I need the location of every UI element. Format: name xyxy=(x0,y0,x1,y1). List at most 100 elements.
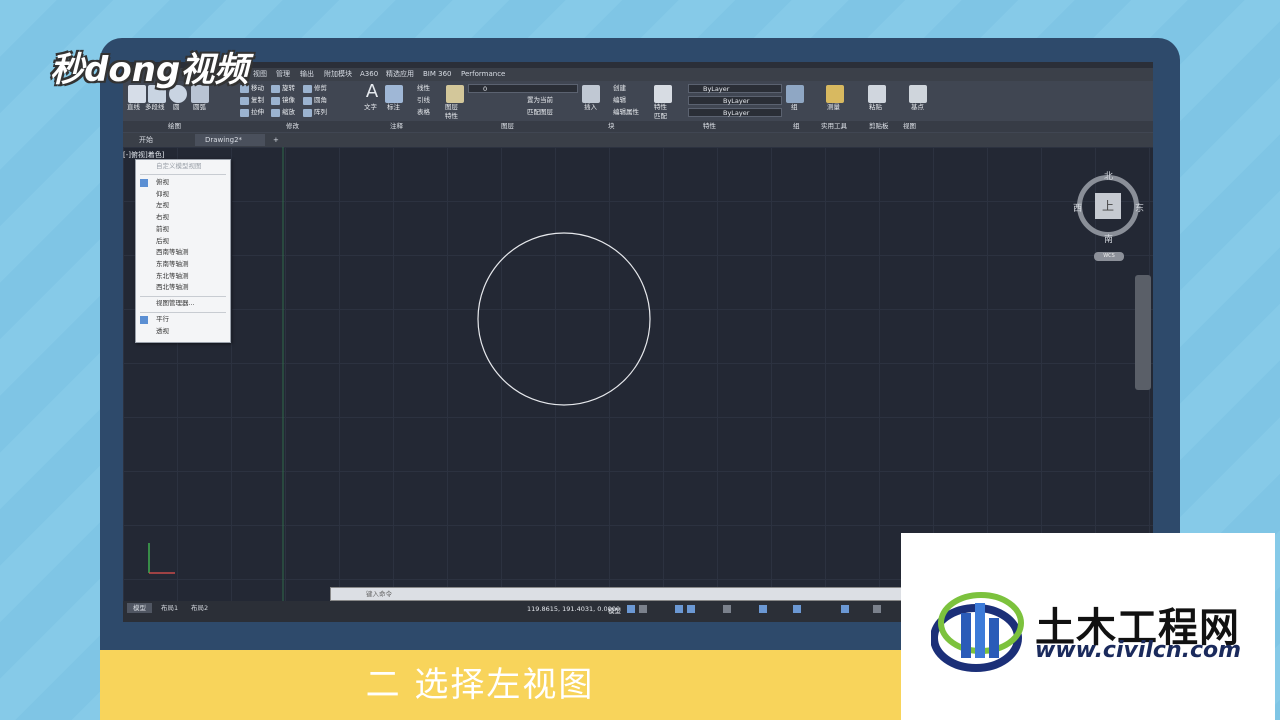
base-point-icon[interactable] xyxy=(909,85,927,103)
array-button[interactable]: 阵列 xyxy=(314,108,327,117)
dimension-button[interactable]: 标注 xyxy=(387,103,400,112)
menu-item-view-manager[interactable]: 视图管理器... xyxy=(136,298,230,310)
polyline-button[interactable]: 多段线 xyxy=(145,103,165,112)
tab-bim360[interactable]: BIM 360 xyxy=(423,68,452,81)
menu-item-ne-iso[interactable]: 东北等轴测 xyxy=(136,271,230,283)
menu-item-sw-iso[interactable]: 西南等轴测 xyxy=(136,247,230,259)
menu-item-parallel[interactable]: 平行 xyxy=(136,314,230,326)
compass-east[interactable]: 东 xyxy=(1135,201,1144,214)
insert-button[interactable]: 插入 xyxy=(584,103,597,112)
utilities-panel-label[interactable]: 实用工具 xyxy=(821,121,847,132)
workspace-icon[interactable] xyxy=(873,605,881,613)
rotate-icon[interactable] xyxy=(271,85,280,93)
properties-panel-label[interactable]: 特性 xyxy=(703,121,716,132)
rotate-button[interactable]: 旋转 xyxy=(282,84,295,93)
stretch-icon[interactable] xyxy=(240,109,249,117)
trim-button[interactable]: 修剪 xyxy=(314,84,327,93)
block-panel-label[interactable]: 块 xyxy=(608,121,615,132)
set-current-button[interactable]: 置为当前 xyxy=(527,96,553,105)
navigation-bar[interactable] xyxy=(1135,275,1151,390)
text-icon[interactable]: A xyxy=(363,83,381,101)
group-icon[interactable] xyxy=(786,85,804,103)
clipboard-panel-label[interactable]: 剪贴板 xyxy=(869,121,889,132)
stretch-button[interactable]: 拉伸 xyxy=(251,108,264,117)
paste-icon[interactable] xyxy=(868,85,886,103)
lineweight-icon[interactable] xyxy=(793,605,801,613)
otrack-icon[interactable] xyxy=(759,605,767,613)
linetype-combo[interactable]: ByLayer xyxy=(688,96,782,105)
layout-tab-2[interactable]: 布局2 xyxy=(185,603,214,613)
match-layer-button[interactable]: 匹配图层 xyxy=(527,108,553,117)
menu-item-left[interactable]: 左视 xyxy=(136,200,230,212)
lineweight-combo[interactable]: ByLayer xyxy=(688,108,782,117)
compass-west[interactable]: 西 xyxy=(1073,201,1082,214)
measure-button[interactable]: 测量 xyxy=(827,103,840,112)
osnap-icon[interactable] xyxy=(723,605,731,613)
group-button[interactable]: 组 xyxy=(791,103,798,112)
leader-button[interactable]: 引线 xyxy=(417,96,430,105)
move-button[interactable]: 移动 xyxy=(251,84,264,93)
menu-item-perspective[interactable]: 透视 xyxy=(136,326,230,338)
menu-item-custom-views[interactable]: 自定义模型视图 xyxy=(136,161,230,173)
create-block-button[interactable]: 创建 xyxy=(613,84,626,93)
menu-item-nw-iso[interactable]: 西北等轴测 xyxy=(136,282,230,294)
match-properties-icon[interactable] xyxy=(654,85,672,103)
wcs-menu[interactable]: WCS xyxy=(1094,252,1124,261)
tab-manage[interactable]: 管理 xyxy=(276,68,290,81)
circle-button[interactable]: 圆 xyxy=(173,103,180,112)
new-tab-icon[interactable]: + xyxy=(269,134,283,146)
edit-attributes-button[interactable]: 编辑属性 xyxy=(613,108,639,117)
group-panel-label[interactable]: 组 xyxy=(793,121,800,132)
tab-output[interactable]: 输出 xyxy=(300,68,314,81)
command-input[interactable]: 键入命令 xyxy=(366,588,392,600)
compass-north[interactable]: 北 xyxy=(1104,169,1113,182)
tab-addins[interactable]: 附加模块 xyxy=(324,68,352,81)
copy-button[interactable]: 复制 xyxy=(251,96,264,105)
tab-featured[interactable]: 精选应用 xyxy=(386,68,414,81)
text-button[interactable]: 文字 xyxy=(364,103,377,112)
compass-south[interactable]: 南 xyxy=(1104,232,1113,245)
tab-a360[interactable]: A360 xyxy=(360,68,378,81)
tab-view[interactable]: 视图 xyxy=(253,68,267,81)
dimension-icon[interactable] xyxy=(385,85,403,103)
copy-icon[interactable] xyxy=(240,97,249,105)
layer-properties-icon[interactable] xyxy=(446,85,464,103)
match-properties-button[interactable]: 特性匹配 xyxy=(654,103,672,121)
menu-item-top[interactable]: 俯视 xyxy=(136,177,230,189)
table-button[interactable]: 表格 xyxy=(417,108,430,117)
annotation-scale-icon[interactable] xyxy=(841,605,849,613)
fillet-icon[interactable] xyxy=(303,97,312,105)
layers-panel-label[interactable]: 图层 xyxy=(501,121,514,132)
scale-icon[interactable] xyxy=(271,109,280,117)
view-panel-label[interactable]: 视图 xyxy=(903,121,916,132)
edit-block-button[interactable]: 编辑 xyxy=(613,96,626,105)
command-line[interactable]: 键入命令 xyxy=(330,587,902,601)
annotation-panel-label[interactable]: 注释 xyxy=(390,121,403,132)
layer-combo[interactable]: 0 xyxy=(468,84,578,93)
layer-properties-button[interactable]: 图层特性 xyxy=(445,103,463,121)
linear-button[interactable]: 线性 xyxy=(417,84,430,93)
menu-item-front[interactable]: 前视 xyxy=(136,224,230,236)
fillet-button[interactable]: 圆角 xyxy=(314,96,327,105)
model-space-toggle[interactable]: 模型 xyxy=(608,605,621,615)
mirror-icon[interactable] xyxy=(271,97,280,105)
paste-button[interactable]: 粘贴 xyxy=(869,103,882,112)
measure-icon[interactable] xyxy=(826,85,844,103)
grid-icon[interactable] xyxy=(627,605,635,613)
layout-tab-1[interactable]: 布局1 xyxy=(155,603,184,613)
tab-start[interactable]: 开始 xyxy=(129,134,163,146)
modify-panel-label[interactable]: 修改 xyxy=(286,121,299,132)
ortho-icon[interactable] xyxy=(675,605,683,613)
draw-panel-label[interactable]: 绘图 xyxy=(168,121,181,132)
layout-tab-model[interactable]: 模型 xyxy=(127,603,152,613)
menu-item-right[interactable]: 右视 xyxy=(136,212,230,224)
snap-icon[interactable] xyxy=(639,605,647,613)
trim-icon[interactable] xyxy=(303,85,312,93)
menu-item-back[interactable]: 后视 xyxy=(136,236,230,248)
array-icon[interactable] xyxy=(303,109,312,117)
polar-icon[interactable] xyxy=(687,605,695,613)
insert-icon[interactable] xyxy=(582,85,600,103)
line-button[interactable]: 直线 xyxy=(127,103,140,112)
tab-drawing2[interactable]: Drawing2* xyxy=(195,134,265,146)
viewcube-top-face[interactable]: 上 xyxy=(1095,193,1121,219)
